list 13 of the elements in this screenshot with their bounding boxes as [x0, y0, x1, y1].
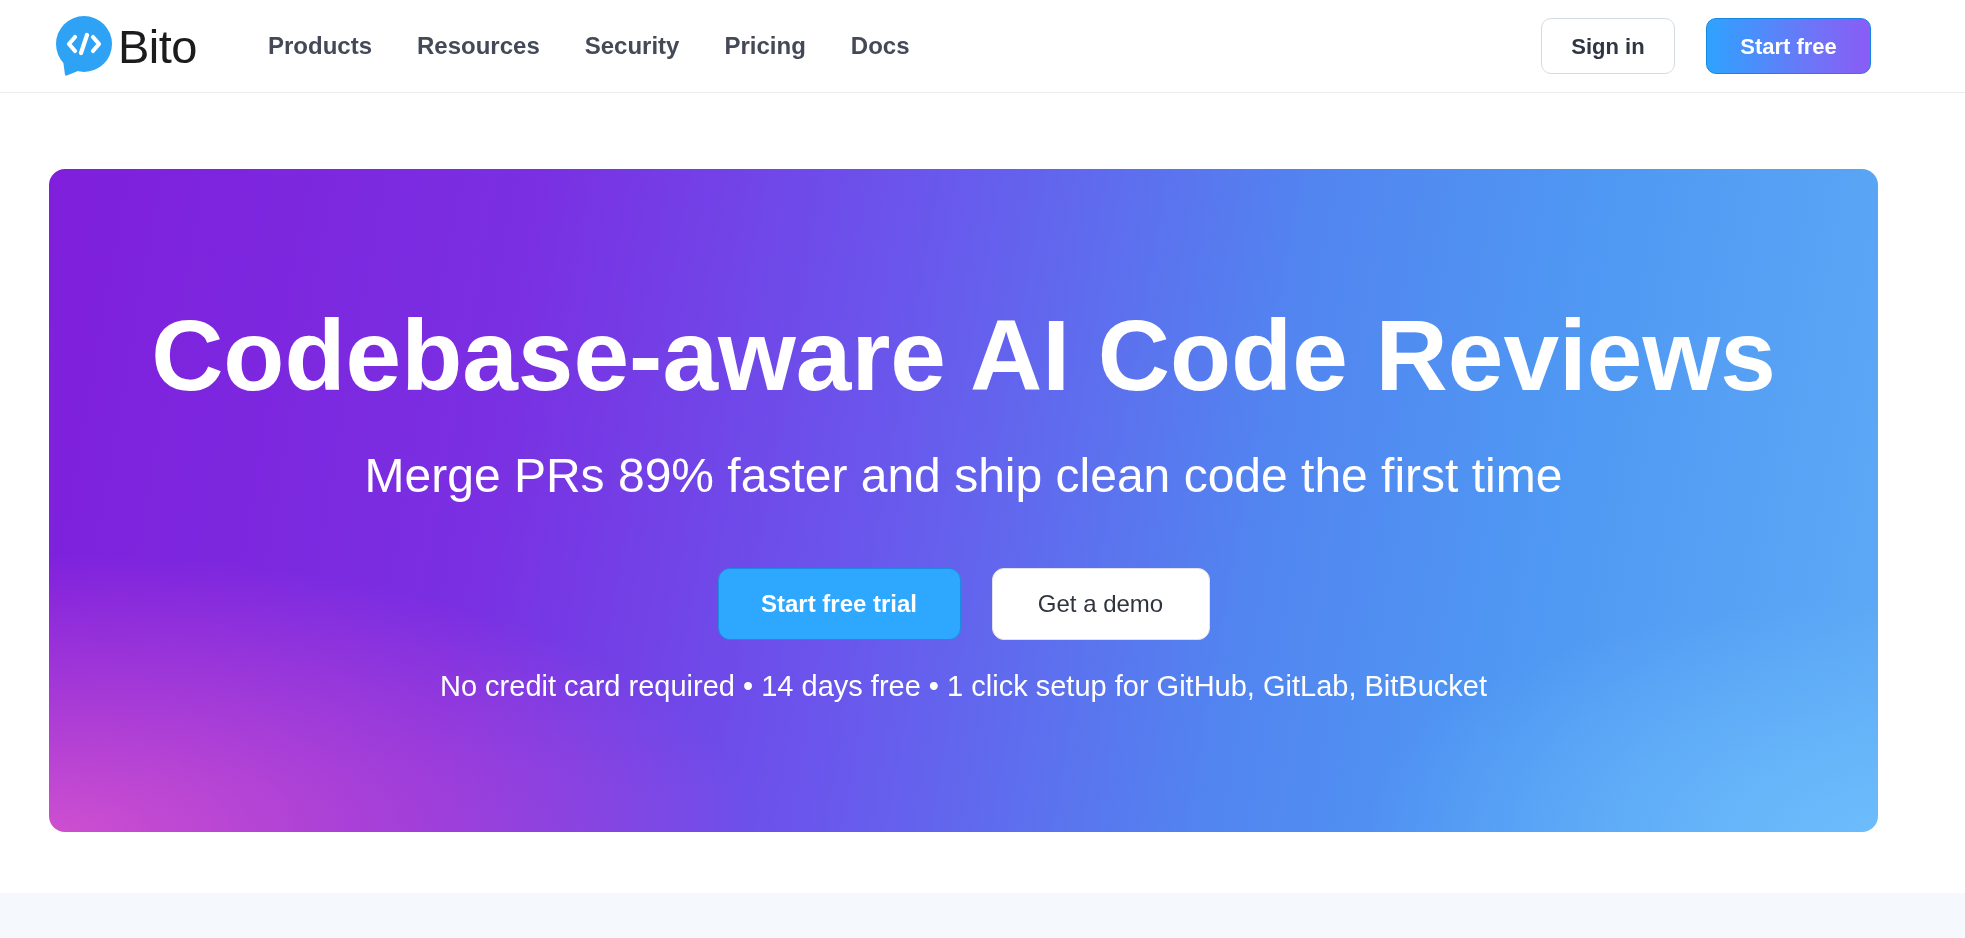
nav-link[interactable]: Docs	[836, 22, 924, 70]
sign-in-button[interactable]: Sign in	[1541, 18, 1675, 74]
nav-link[interactable]: Pricing	[710, 22, 820, 70]
demo-button[interactable]: Get a demo	[991, 567, 1210, 640]
nav-link[interactable]: Products	[254, 22, 386, 70]
nav-link[interactable]: Security	[570, 22, 694, 70]
nav-link[interactable]: Resources	[403, 22, 554, 70]
start-free-button[interactable]: Start free	[1706, 18, 1871, 74]
code-bubble-icon[interactable]	[56, 16, 112, 76]
hero-note: No credit card required • 14 days free • 1 click setup for GitHub, GitLab, BitBucket	[439, 668, 1488, 704]
logo-text[interactable]: Bito	[118, 22, 197, 70]
hero-title: Codebase-aware AI Code Reviews	[151, 298, 1776, 413]
hero-subtitle: Merge PRs 89% faster and ship clean code the first time	[364, 448, 1563, 504]
